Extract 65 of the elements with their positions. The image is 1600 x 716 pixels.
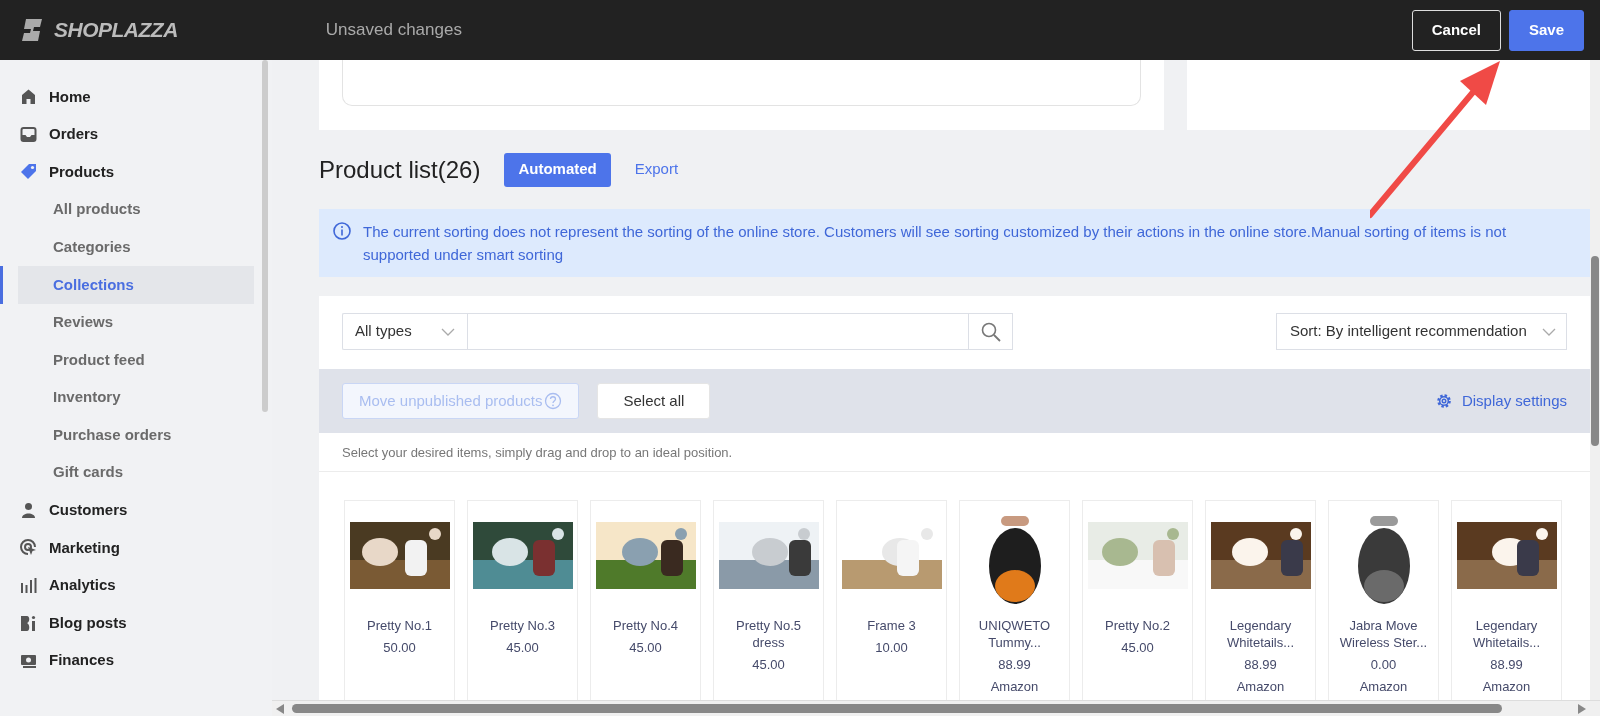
scroll-right-icon [1578, 703, 1586, 714]
product-name: Legendary Whitetails... [1471, 616, 1542, 651]
save-button[interactable]: Save [1508, 9, 1584, 51]
sidebar-subitem[interactable]: Collections [0, 265, 254, 304]
product-price: 88.99 [1489, 655, 1524, 673]
sidebar-subitem[interactable]: Inventory [0, 378, 254, 417]
product-name: Pretty No.3 [489, 616, 556, 634]
product-name: UNIQWETO Tummy... [977, 616, 1052, 651]
scrollbar-thumb[interactable] [292, 704, 1502, 713]
automated-button[interactable]: Automated [504, 152, 611, 187]
sidebar-subitem[interactable]: Reviews [0, 303, 254, 342]
sidebar-item[interactable]: Orders [0, 115, 262, 154]
product-price: 88.99 [1243, 655, 1278, 673]
product-price: 0.00 [1369, 655, 1398, 673]
scroll-left-icon [276, 703, 284, 714]
product-price: 45.00 [628, 638, 663, 656]
sidebar-subitem[interactable]: Gift cards [0, 453, 254, 492]
sidebar-item[interactable]: Marketing [0, 529, 262, 567]
select-all-button[interactable]: Select all [597, 383, 711, 419]
sidebar-subitem[interactable]: Purchase orders [0, 416, 254, 454]
cancel-button[interactable]: Cancel [1411, 9, 1501, 51]
section-title: Product list(26) [319, 154, 481, 185]
export-link[interactable]: Export [634, 158, 679, 181]
product-name: Legendary Whitetails... [1225, 616, 1296, 651]
search-button[interactable] [969, 313, 1013, 350]
search-icon [980, 321, 1001, 342]
search-field[interactable] [467, 313, 969, 350]
scrollbar-thumb[interactable] [1591, 256, 1599, 446]
product-source: Amazon [1481, 677, 1532, 695]
alert-text: The current sorting does not represent the sorting of the online store. Customers will see sorting customized by their actions in the online store.Manual sorting of items is not supported under smart sorting [363, 223, 1507, 263]
logo-text: SHOPLAZZA [54, 17, 178, 44]
chevron-down-icon [1542, 327, 1556, 336]
sidebar-item[interactable]: Analytics [0, 566, 262, 605]
sidebar-item[interactable]: Finances [0, 641, 262, 680]
product-price: 45.00 [1120, 638, 1155, 656]
settings-icon [1434, 392, 1453, 410]
info-icon [333, 222, 351, 240]
product-name: Frame 3 [866, 616, 917, 634]
sidebar-item[interactable]: Customers [0, 491, 262, 530]
product-name: Jabra Move Wireless Ster... [1338, 616, 1429, 651]
product-price: 10.00 [874, 638, 909, 656]
scrollbar-thumb[interactable] [262, 60, 268, 412]
sidebar-subitem[interactable]: Categories [0, 228, 254, 266]
display-settings-button[interactable]: Display settings [1434, 389, 1567, 413]
product-name: Pretty No.2 [1104, 616, 1171, 634]
product-source: Amazon [1235, 677, 1286, 695]
product-source: Amazon [989, 677, 1040, 695]
sidebar-item[interactable]: Blog posts [0, 604, 262, 642]
product-name: Pretty No.5 dress [735, 616, 802, 651]
help-icon [544, 392, 563, 410]
hint-text: Select your desired items, simply drag and drop to an ideal position. [319, 433, 1590, 472]
product-source: Amazon [1358, 677, 1409, 695]
product-price: 50.00 [382, 638, 417, 656]
sort-dropdown[interactable]: Sort: By intelligent recommendation [1276, 313, 1567, 350]
sidebar-item[interactable]: Home [0, 78, 262, 116]
sidebar-subitem[interactable]: Product feed [0, 341, 254, 379]
page-status-title: Unsaved changes [325, 19, 462, 42]
product-price: 88.99 [997, 655, 1032, 673]
product-price: 45.00 [751, 655, 786, 673]
chevron-down-icon [441, 327, 455, 336]
product-price: 45.00 [505, 638, 540, 656]
sidebar-item[interactable]: Products [0, 153, 262, 191]
product-name: Pretty No.1 [366, 616, 433, 634]
sidebar-subitem[interactable]: All products [0, 190, 254, 229]
product-name: Pretty No.4 [612, 616, 679, 634]
